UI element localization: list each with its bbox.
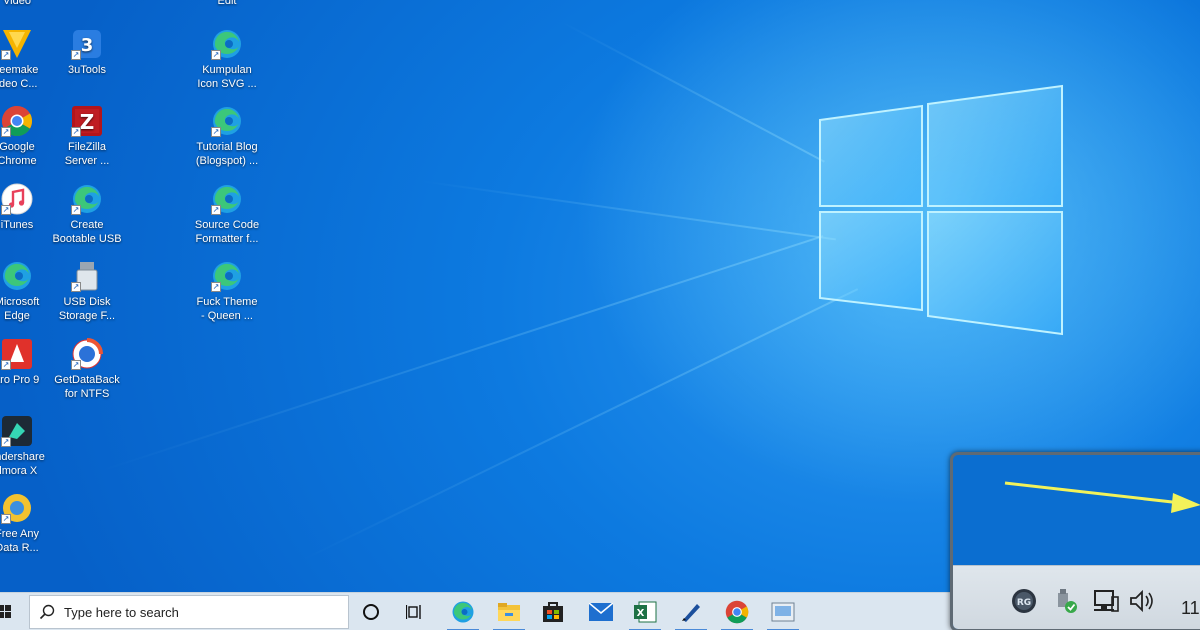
edge-icon — [1, 260, 33, 292]
store-icon — [543, 602, 563, 622]
light-beam — [300, 288, 859, 562]
edge-icon — [452, 601, 474, 623]
taskbar-edge[interactable] — [441, 593, 485, 630]
desktop-icon-label: ondershare ilmora X — [0, 451, 45, 477]
tray-rg-app[interactable]: RG — [1009, 586, 1039, 616]
desktop-icon-label: Video — [3, 0, 31, 7]
freemake-icon: ↗ — [1, 28, 33, 60]
taskbar-photos[interactable] — [761, 593, 805, 630]
light-beam — [559, 20, 825, 163]
task-view-button[interactable] — [393, 593, 437, 630]
desktop-icon-label: Tutorial Blog (Blogspot) ... — [195, 141, 259, 167]
filezilla-icon: Z ↗ — [71, 105, 103, 137]
edge-shortcut-icon: ↗ — [211, 183, 243, 215]
taskbar-excel[interactable]: X — [623, 593, 667, 630]
taskbar-chrome[interactable] — [715, 593, 759, 630]
desktop-icon-label: Free Any Data R... — [0, 528, 40, 554]
desktop-icon-fuck-theme[interactable]: ↗ Fuck Theme - Queen ... — [188, 260, 266, 332]
desktop-icon-kumpulan-icon-svg[interactable]: ↗ Kumpulan Icon SVG ... — [188, 28, 266, 100]
safely-remove-icon — [1058, 589, 1077, 613]
getdataback-icon: ↗ — [71, 338, 103, 370]
windows-start-icon — [0, 605, 11, 618]
desktop-icon-getdataback[interactable]: ↗ GetDataBack for NTFS — [48, 338, 126, 410]
itunes-icon: ↗ — [1, 183, 33, 215]
start-button[interactable] — [0, 593, 28, 630]
3utools-icon: 3 ↗ — [71, 28, 103, 60]
search-input[interactable] — [64, 604, 334, 620]
task-view-icon — [406, 605, 421, 619]
excel-icon: X — [634, 601, 657, 623]
file-explorer-icon — [498, 603, 520, 621]
cortana-button[interactable] — [349, 593, 393, 630]
edge-shortcut-icon: ↗ — [211, 260, 243, 292]
desktop-icon-label: Source Code Formatter f... — [194, 219, 260, 245]
filmora-icon: ↗ — [1, 415, 33, 447]
taskbar-store[interactable] — [531, 593, 575, 630]
yellow-arrow — [1004, 481, 1200, 513]
desktop-icon-label: Edit — [217, 0, 237, 7]
data-recovery-icon: ↗ — [1, 492, 33, 524]
tray-volume[interactable] — [1127, 586, 1157, 616]
desktop-icon-tutorial-blog[interactable]: ↗ Tutorial Blog (Blogspot) ... — [188, 105, 266, 177]
desktop-icon-label: 3uTools — [68, 64, 106, 76]
desktop-icon-label: USB Disk Storage F... — [58, 296, 116, 322]
pen-app-icon — [682, 604, 700, 622]
edge-shortcut-icon: ↗ — [211, 105, 243, 137]
usb-disk-icon: ↗ — [71, 260, 103, 292]
rg-app-icon: RG — [1012, 589, 1036, 613]
network-icon — [1094, 590, 1119, 612]
volume-icon — [1130, 589, 1153, 613]
tray-safely-remove[interactable] — [1051, 586, 1081, 616]
inset-taskbar: RG 11 — [953, 565, 1200, 629]
svg-text:X: X — [637, 608, 645, 619]
desktop-icon-label: Kumpulan Icon SVG ... — [197, 64, 257, 90]
nitro-pro-icon: ↗ — [1, 338, 33, 370]
desktop-icon-label: GetDataBack for NTFS — [54, 374, 120, 400]
taskbar-pen-app[interactable] — [669, 593, 713, 630]
search-icon — [30, 595, 64, 629]
taskbar-search-box[interactable] — [29, 595, 349, 629]
clock-text[interactable]: 11 — [1181, 598, 1200, 619]
desktop-icon-usb-disk-storage[interactable]: ↗ USB Disk Storage F... — [48, 260, 126, 332]
desktop-icon-create-bootable-usb[interactable]: ↗ Create Bootable USB — [48, 183, 126, 255]
desktop-icon-filmora[interactable]: ↗ ondershare ilmora X — [0, 415, 56, 487]
svg-text:RG: RG — [1017, 598, 1031, 608]
desktop-icon-label: Fuck Theme - Queen ... — [196, 296, 258, 322]
desktop-icon-filezilla[interactable]: Z ↗ FileZilla Server ... — [48, 105, 126, 177]
taskbar-file-explorer[interactable] — [487, 593, 531, 630]
cortana-icon — [363, 604, 379, 620]
edge-shortcut-icon: ↗ — [71, 183, 103, 215]
desktop-icon-3utools[interactable]: 3 ↗ 3uTools — [48, 28, 126, 100]
desktop-icon-free-any-data[interactable]: ↗ Free Any Data R... — [0, 492, 56, 564]
chrome-icon: ↗ — [1, 105, 33, 137]
zoomed-tray-inset: RG 11 — [950, 452, 1200, 630]
tray-network[interactable] — [1091, 586, 1121, 616]
light-beam — [419, 180, 836, 241]
edge-shortcut-icon: ↗ — [211, 28, 243, 60]
svg-text:Z: Z — [80, 110, 95, 134]
desktop-icon-source-code-formatter[interactable]: ↗ Source Code Formatter f... — [188, 183, 266, 255]
chrome-icon — [725, 600, 749, 624]
desktop-icon-label: FileZilla Server ... — [64, 141, 110, 167]
taskbar-mail[interactable] — [579, 593, 623, 630]
windows-logo — [819, 84, 1063, 336]
desktop-icon-label: Create Bootable USB — [52, 219, 122, 245]
mail-icon — [589, 603, 613, 621]
svg-text:3: 3 — [81, 35, 94, 56]
photos-icon — [771, 602, 795, 622]
